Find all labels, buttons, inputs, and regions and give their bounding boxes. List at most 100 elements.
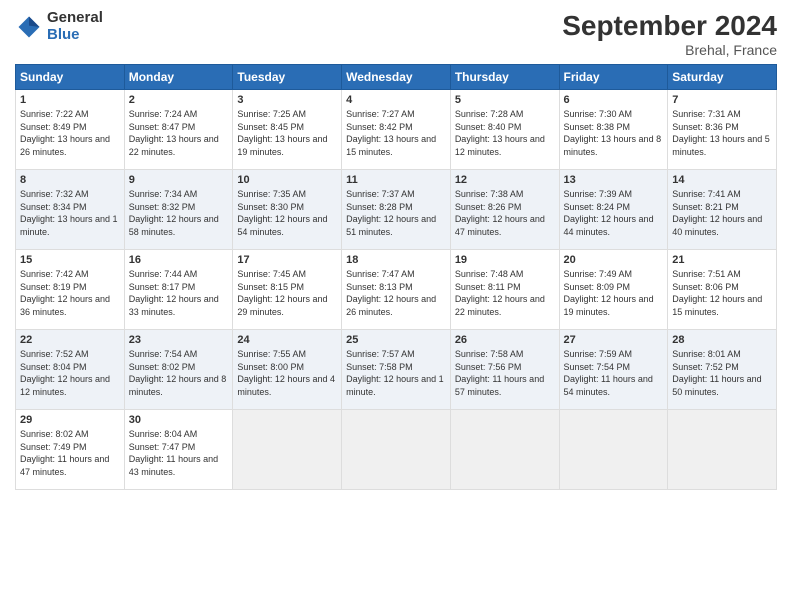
day-info: Sunrise: 8:02 AMSunset: 7:49 PMDaylight:…	[20, 428, 120, 478]
table-row: 22 Sunrise: 7:52 AMSunset: 8:04 PMDayligh…	[16, 330, 125, 410]
day-info: Sunrise: 7:24 AMSunset: 8:47 PMDaylight:…	[129, 108, 229, 158]
day-number: 19	[455, 254, 555, 266]
day-info: Sunrise: 7:52 AMSunset: 8:04 PMDaylight:…	[20, 348, 120, 398]
day-number: 7	[672, 94, 772, 106]
col-tuesday: Tuesday	[233, 65, 342, 90]
table-row: 20 Sunrise: 7:49 AMSunset: 8:09 PMDayligh…	[559, 250, 668, 330]
table-row: 26Sunrise: 7:58 AMSunset: 7:56 PMDayligh…	[450, 330, 559, 410]
table-row: 3 Sunrise: 7:25 AMSunset: 8:45 PMDaylight…	[233, 90, 342, 170]
day-number: 1	[20, 94, 120, 106]
logo: General Blue	[15, 10, 103, 43]
table-row: 15 Sunrise: 7:42 AMSunset: 8:19 PMDayligh…	[16, 250, 125, 330]
logo-icon	[15, 13, 43, 41]
day-number: 13	[564, 174, 664, 186]
day-number: 9	[129, 174, 229, 186]
day-info: Sunrise: 8:04 AMSunset: 7:47 PMDaylight:…	[129, 428, 229, 478]
table-row: 13 Sunrise: 7:39 AMSunset: 8:24 PMDayligh…	[559, 170, 668, 250]
day-number: 4	[346, 94, 446, 106]
day-number: 8	[20, 174, 120, 186]
day-number: 23	[129, 334, 229, 346]
logo-text: General Blue	[47, 10, 103, 43]
table-row	[559, 410, 668, 490]
day-info: Sunrise: 7:31 AMSunset: 8:36 PMDaylight:…	[672, 108, 772, 158]
day-number: 15	[20, 254, 120, 266]
header: General Blue September 2024 Brehal, Fran…	[15, 10, 777, 58]
day-info: Sunrise: 7:38 AMSunset: 8:26 PMDaylight:…	[455, 188, 555, 238]
week-row-3: 15 Sunrise: 7:42 AMSunset: 8:19 PMDayligh…	[16, 250, 777, 330]
day-info: Sunrise: 7:45 AMSunset: 8:15 PMDaylight:…	[237, 268, 337, 318]
day-info: Sunrise: 7:37 AMSunset: 8:28 PMDaylight:…	[346, 188, 446, 238]
table-row: 25Sunrise: 7:57 AMSunset: 7:58 PMDayligh…	[342, 330, 451, 410]
table-row: 18 Sunrise: 7:47 AMSunset: 8:13 PMDayligh…	[342, 250, 451, 330]
table-row: 27 Sunrise: 7:59 AMSunset: 7:54 PMDayligh…	[559, 330, 668, 410]
day-number: 30	[129, 414, 229, 426]
day-info: Sunrise: 7:41 AMSunset: 8:21 PMDaylight:…	[672, 188, 772, 238]
day-info: Sunrise: 7:44 AMSunset: 8:17 PMDaylight:…	[129, 268, 229, 318]
day-number: 5	[455, 94, 555, 106]
day-number: 27	[564, 334, 664, 346]
table-row: 6Sunrise: 7:30 AMSunset: 8:38 PMDaylight…	[559, 90, 668, 170]
table-row: 28Sunrise: 8:01 AMSunset: 7:52 PMDayligh…	[668, 330, 777, 410]
title-block: September 2024 Brehal, France	[562, 10, 777, 58]
table-row: 9 Sunrise: 7:34 AMSunset: 8:32 PMDaylight…	[124, 170, 233, 250]
day-info: Sunrise: 7:34 AMSunset: 8:32 PMDaylight:…	[129, 188, 229, 238]
table-row: 8 Sunrise: 7:32 AMSunset: 8:34 PMDaylight…	[16, 170, 125, 250]
table-row: 4 Sunrise: 7:27 AMSunset: 8:42 PMDaylight…	[342, 90, 451, 170]
table-row: 29 Sunrise: 8:02 AMSunset: 7:49 PMDayligh…	[16, 410, 125, 490]
week-row-5: 29 Sunrise: 8:02 AMSunset: 7:49 PMDayligh…	[16, 410, 777, 490]
day-number: 3	[237, 94, 337, 106]
day-info: Sunrise: 7:54 AMSunset: 8:02 PMDaylight:…	[129, 348, 229, 398]
day-number: 18	[346, 254, 446, 266]
col-sunday: Sunday	[16, 65, 125, 90]
table-row	[668, 410, 777, 490]
table-row: 5 Sunrise: 7:28 AMSunset: 8:40 PMDaylight…	[450, 90, 559, 170]
day-info: Sunrise: 7:59 AMSunset: 7:54 PMDaylight:…	[564, 348, 664, 398]
table-row: 24 Sunrise: 7:55 AMSunset: 8:00 PMDayligh…	[233, 330, 342, 410]
col-saturday: Saturday	[668, 65, 777, 90]
day-number: 14	[672, 174, 772, 186]
day-number: 16	[129, 254, 229, 266]
day-number: 21	[672, 254, 772, 266]
day-info: Sunrise: 7:49 AMSunset: 8:09 PMDaylight:…	[564, 268, 664, 318]
day-number: 17	[237, 254, 337, 266]
day-number: 22	[20, 334, 120, 346]
day-number: 2	[129, 94, 229, 106]
day-number: 20	[564, 254, 664, 266]
table-row: 11 Sunrise: 7:37 AMSunset: 8:28 PMDayligh…	[342, 170, 451, 250]
day-info: Sunrise: 7:57 AMSunset: 7:58 PMDaylight:…	[346, 348, 446, 398]
day-number: 24	[237, 334, 337, 346]
day-number: 10	[237, 174, 337, 186]
week-row-1: 1Sunrise: 7:22 AMSunset: 8:49 PMDaylight…	[16, 90, 777, 170]
table-row	[233, 410, 342, 490]
table-row: 7 Sunrise: 7:31 AMSunset: 8:36 PMDaylight…	[668, 90, 777, 170]
week-row-4: 22 Sunrise: 7:52 AMSunset: 8:04 PMDayligh…	[16, 330, 777, 410]
table-row	[342, 410, 451, 490]
table-row: 2 Sunrise: 7:24 AMSunset: 8:47 PMDaylight…	[124, 90, 233, 170]
table-row: 19Sunrise: 7:48 AMSunset: 8:11 PMDayligh…	[450, 250, 559, 330]
col-friday: Friday	[559, 65, 668, 90]
table-row: 21 Sunrise: 7:51 AMSunset: 8:06 PMDayligh…	[668, 250, 777, 330]
day-info: Sunrise: 7:47 AMSunset: 8:13 PMDaylight:…	[346, 268, 446, 318]
day-info: Sunrise: 7:51 AMSunset: 8:06 PMDaylight:…	[672, 268, 772, 318]
col-thursday: Thursday	[450, 65, 559, 90]
day-number: 29	[20, 414, 120, 426]
day-number: 11	[346, 174, 446, 186]
day-info: Sunrise: 7:30 AMSunset: 8:38 PMDaylight:…	[564, 108, 664, 158]
table-row: 23 Sunrise: 7:54 AMSunset: 8:02 PMDayligh…	[124, 330, 233, 410]
day-info: Sunrise: 7:32 AMSunset: 8:34 PMDaylight:…	[20, 188, 120, 238]
col-wednesday: Wednesday	[342, 65, 451, 90]
day-info: Sunrise: 7:27 AMSunset: 8:42 PMDaylight:…	[346, 108, 446, 158]
day-number: 12	[455, 174, 555, 186]
day-info: Sunrise: 7:55 AMSunset: 8:00 PMDaylight:…	[237, 348, 337, 398]
day-number: 26	[455, 334, 555, 346]
day-info: Sunrise: 7:25 AMSunset: 8:45 PMDaylight:…	[237, 108, 337, 158]
month-title: September 2024	[562, 10, 777, 42]
day-info: Sunrise: 7:42 AMSunset: 8:19 PMDaylight:…	[20, 268, 120, 318]
table-row	[450, 410, 559, 490]
table-row: 17 Sunrise: 7:45 AMSunset: 8:15 PMDayligh…	[233, 250, 342, 330]
day-info: Sunrise: 7:39 AMSunset: 8:24 PMDaylight:…	[564, 188, 664, 238]
day-number: 28	[672, 334, 772, 346]
table-row: 1Sunrise: 7:22 AMSunset: 8:49 PMDaylight…	[16, 90, 125, 170]
day-info: Sunrise: 7:28 AMSunset: 8:40 PMDaylight:…	[455, 108, 555, 158]
table-row: 14 Sunrise: 7:41 AMSunset: 8:21 PMDayligh…	[668, 170, 777, 250]
